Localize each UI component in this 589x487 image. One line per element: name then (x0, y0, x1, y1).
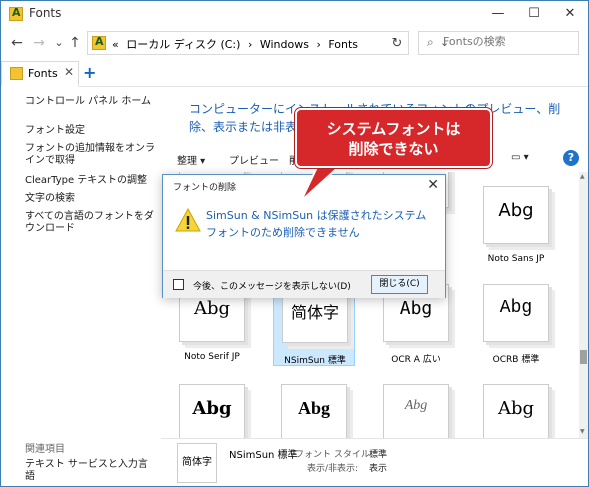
refresh-button[interactable]: ↻ (385, 32, 409, 56)
fonts-folder-icon (92, 35, 106, 50)
font-item[interactable]: Abg OCRB 標準 (475, 284, 557, 365)
annotation-callout: システムフォントは 削除できない (295, 108, 492, 168)
font-sample: 简体字 (290, 303, 339, 322)
font-sample: Abg (404, 398, 428, 413)
sidebar-item-download-all-fonts[interactable]: すべての言語のフォントをダウンロード (25, 211, 155, 235)
sidebar-item-cleartype[interactable]: ClearType テキストの調整 (25, 175, 155, 187)
font-name: Noto Sans JP (487, 254, 545, 264)
dialog-footer: 今後、このメッセージを表示しない(D) 閉じる(C) (163, 270, 445, 298)
vertical-scrollbar[interactable]: ▲ ▼ (579, 172, 588, 438)
dont-show-again-label[interactable]: 今後、このメッセージを表示しない(D) (193, 279, 351, 292)
font-item[interactable]: Abg (475, 384, 557, 438)
address-bar[interactable]: « ローカル ディスク (C:) › Windows › Fonts ⌄ (87, 31, 449, 55)
back-button[interactable]: ← (7, 33, 27, 53)
tab-bar: Fonts ✕ + (1, 59, 588, 87)
sidebar-item-find-character[interactable]: 文字の検索 (25, 193, 155, 205)
font-sample: Abg (399, 298, 433, 319)
related-heading: 関連項目 (25, 444, 65, 455)
breadcrumb-windows[interactable]: Windows (260, 38, 309, 51)
breadcrumb-separator: › (316, 38, 321, 51)
view-options-button[interactable]: ▭ ▾ (511, 152, 529, 163)
window-title: Fonts (29, 6, 62, 20)
dont-show-again-checkbox[interactable] (173, 279, 184, 290)
sidebar: コントロール パネル ホーム フォント設定 フォントの追加情報をオンラインで取得… (1, 88, 161, 486)
fonts-folder-icon (9, 6, 23, 21)
help-icon[interactable]: ? (563, 150, 579, 166)
search-input[interactable] (443, 35, 573, 48)
details-style-value: 標準 (369, 450, 388, 460)
sidebar-item-control-panel-home[interactable]: コントロール パネル ホーム (25, 96, 155, 108)
delete-font-dialog: フォントの削除 ✕ SimSun & NSimSun は保護されたシステムフォン… (162, 174, 446, 298)
sidebar-item-get-font-info-online[interactable]: フォントの追加情報をオンラインで取得 (25, 143, 155, 167)
font-sample: Abg (497, 398, 535, 419)
warning-icon (175, 207, 201, 232)
dialog-message: SimSun & NSimSun は保護されたシステムフォントのため削除できませ… (206, 209, 427, 239)
details-thumbnail: 简体字 (177, 443, 217, 483)
scroll-down-icon[interactable]: ▼ (580, 428, 585, 435)
scroll-thumb[interactable] (580, 350, 587, 364)
new-tab-button[interactable]: + (83, 63, 96, 82)
breadcrumb-separator: › (247, 38, 253, 51)
close-dialog-button[interactable]: 閉じる(C) (371, 275, 428, 294)
font-sample: Abg (499, 298, 533, 318)
details-visibility-label: 表示/非表示: (307, 464, 359, 474)
explorer-window: Fonts — ☐ ✕ ← → ⌄ ↑ « ローカル ディスク (C:) › W… (0, 0, 589, 487)
forward-button[interactable]: → (29, 33, 49, 53)
font-sample: Abg (297, 398, 330, 418)
details-style-label: フォント スタイル: (295, 450, 373, 460)
breadcrumb-overflow[interactable]: « (112, 38, 119, 51)
navigation-bar: ← → ⌄ ↑ « ローカル ディスク (C:) › Windows › Fon… (1, 28, 588, 58)
breadcrumb-local-disk[interactable]: ローカル ディスク (C:) (126, 38, 240, 51)
preview-button[interactable]: プレビュー (229, 152, 279, 167)
font-item[interactable]: Abg (273, 384, 355, 438)
font-sample: Abg (192, 398, 232, 419)
details-font-name: NSimSun 標準 (229, 450, 298, 461)
callout-line-2: 削除できない (348, 140, 439, 158)
maximize-button[interactable]: ☐ (516, 1, 552, 27)
details-visibility-value: 表示 (369, 464, 388, 474)
dialog-title: フォントの削除 (173, 183, 237, 193)
up-button[interactable]: ↑ (65, 33, 85, 53)
font-sample: Abg (193, 298, 231, 319)
tab-close-icon[interactable]: ✕ (64, 65, 74, 79)
scroll-up-icon[interactable]: ▲ (580, 173, 585, 180)
tab-label: Fonts (28, 67, 58, 80)
fonts-folder-icon (10, 67, 23, 80)
sidebar-item-text-services[interactable]: テキスト サービスと入力言語 (25, 459, 155, 483)
minimize-button[interactable]: — (480, 1, 516, 27)
font-item[interactable]: Abg Noto Sans JP (475, 186, 557, 266)
close-button[interactable]: ✕ (552, 1, 588, 27)
search-icon: ⌕ (427, 35, 434, 49)
dialog-close-button[interactable]: ✕ (427, 177, 439, 193)
font-name: Noto Serif JP (184, 352, 240, 362)
organize-button[interactable]: 整理 ▾ (177, 152, 205, 167)
breadcrumb-fonts[interactable]: Fonts (328, 38, 358, 51)
sidebar-item-font-settings[interactable]: フォント設定 (25, 125, 155, 137)
search-box[interactable]: ⌕ (418, 31, 579, 55)
dialog-title-bar: フォントの削除 ✕ (163, 175, 445, 197)
font-name: NSimSun 標準 (284, 356, 346, 366)
title-bar: Fonts — ☐ ✕ (1, 1, 588, 27)
font-name: OCRB 標準 (492, 355, 540, 365)
font-item[interactable]: Abg (375, 384, 457, 438)
font-name: OCR A 広い (391, 355, 441, 365)
breadcrumb: « ローカル ディスク (C:) › Windows › Fonts (112, 36, 362, 52)
font-item[interactable]: Abg (171, 384, 253, 438)
details-pane: 简体字 NSimSun 標準 フォント スタイル: 標準 表示/非表示: 表示 (161, 438, 588, 486)
callout-line-1: システムフォントは (326, 120, 461, 138)
font-sample: Abg (498, 200, 534, 221)
tab-fonts[interactable]: Fonts ✕ (1, 61, 79, 87)
